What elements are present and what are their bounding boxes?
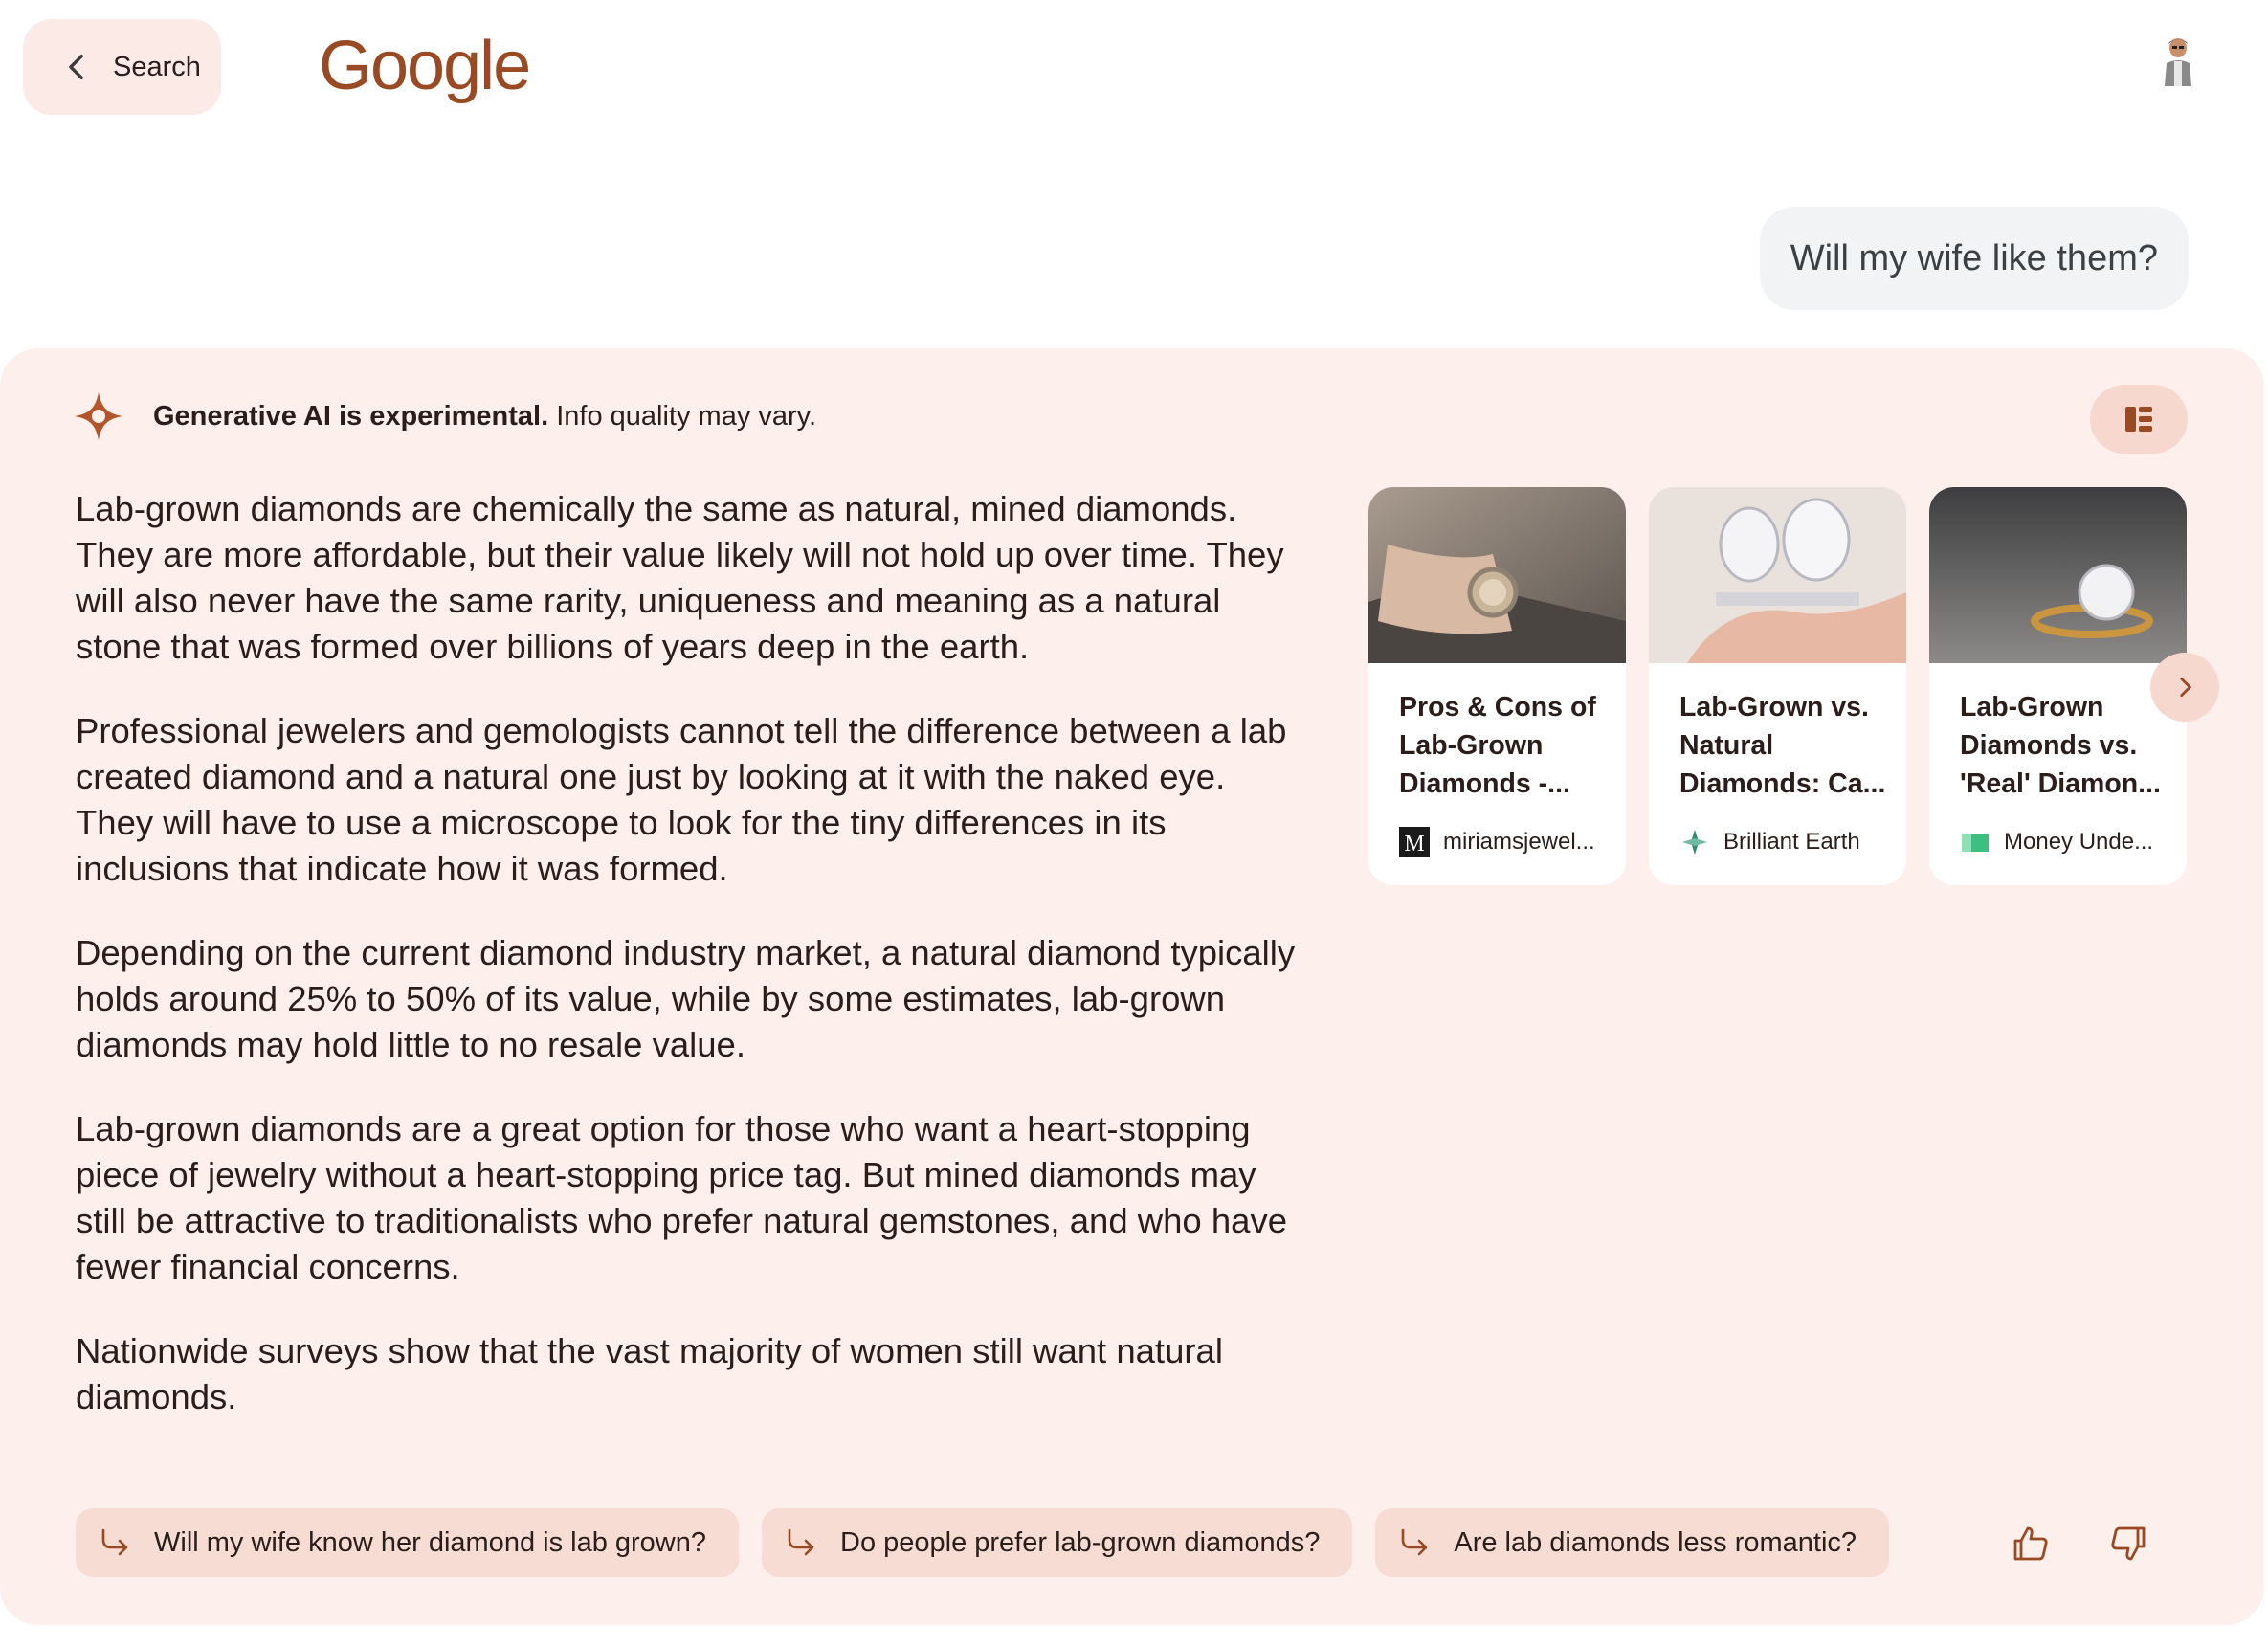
source-card-title: Lab-Grown Diamonds vs. 'Real' Diamon... [1960, 692, 2161, 799]
source-card-title: Pros & Cons of Lab-Grown Diamonds -... [1399, 692, 1596, 799]
disclaimer-bold: Generative AI is experimental. [153, 400, 549, 432]
source-card[interactable]: Lab-Grown Diamonds vs. 'Real' Diamon... … [1929, 487, 2187, 885]
follow-up-arrow-icon [788, 1528, 814, 1556]
miriams-logo-icon: M [1399, 827, 1430, 857]
google-logo[interactable]: Google [319, 27, 531, 105]
disclaimer-text: Info quality may vary. [548, 400, 817, 432]
source-thumbnail [1929, 487, 2187, 663]
follow-up-chip[interactable]: Are lab diamonds less romantic? [1375, 1508, 1890, 1577]
thumbs-down-icon [2111, 1526, 2146, 1560]
svg-text:M: M [1404, 832, 1424, 856]
follow-up-chips: Will my wife know her diamond is lab gro… [76, 1508, 1890, 1577]
avatar[interactable] [2155, 34, 2201, 88]
source-card-title: Lab-Grown vs. Natural Diamonds: Ca... [1679, 692, 1886, 799]
thumbs-up-button[interactable] [2010, 1524, 2052, 1566]
back-to-search-button[interactable]: Search [23, 19, 221, 115]
source-card-site: Money Unde... [2004, 829, 2154, 855]
brilliant-earth-logo-icon [1682, 830, 1707, 855]
follow-up-arrow-icon [101, 1528, 128, 1556]
ai-overview-panel: Generative AI is experimental. Info qual… [0, 348, 2264, 1625]
follow-up-chip-label: Do people prefer lab-grown diamonds? [840, 1526, 1321, 1558]
ai-answer: Lab-grown diamonds are chemically the sa… [76, 486, 1301, 1458]
source-card-site: Brilliant Earth [1723, 829, 1860, 855]
follow-up-chip-label: Will my wife know her diamond is lab gro… [154, 1526, 706, 1558]
source-card-site: miriamsjewel... [1443, 829, 1595, 855]
money-under-logo-icon [1962, 834, 1989, 852]
source-cards: Pros & Cons of Lab-Grown Diamonds -... M… [1368, 487, 2187, 885]
layout-toggle-button[interactable] [2090, 385, 2188, 454]
layout-toggle-icon [2125, 407, 2152, 432]
chevron-left-icon [69, 54, 83, 80]
ai-disclaimer: Generative AI is experimental. Info qual… [73, 390, 816, 442]
user-query-bubble: Will my wife like them? [1759, 207, 2189, 310]
answer-paragraph: Depending on the current diamond industr… [76, 933, 1296, 1064]
back-button-label: Search [113, 51, 201, 82]
follow-up-chip[interactable]: Will my wife know her diamond is lab gro… [76, 1508, 739, 1577]
answer-paragraph: Nationwide surveys show that the vast ma… [76, 1331, 1223, 1416]
source-card[interactable]: Pros & Cons of Lab-Grown Diamonds -... M… [1368, 487, 1626, 885]
source-thumbnail [1649, 487, 1906, 663]
answer-paragraph: Professional jewelers and gemologists ca… [76, 711, 1287, 888]
chevron-right-icon [2180, 677, 2191, 698]
sparkle-icon [75, 392, 122, 440]
thumbs-up-icon [2013, 1526, 2048, 1560]
follow-up-arrow-icon [1402, 1528, 1428, 1556]
thumbs-down-button[interactable] [2107, 1524, 2149, 1566]
source-card[interactable]: Lab-Grown vs. Natural Diamonds: Ca... Br… [1649, 487, 1906, 885]
source-thumbnail [1368, 487, 1626, 663]
feedback-buttons [2010, 1524, 2149, 1566]
follow-up-chip-label: Are lab diamonds less romantic? [1454, 1526, 1857, 1558]
answer-paragraph: Lab-grown diamonds are a great option fo… [76, 1109, 1288, 1286]
follow-up-chip[interactable]: Do people prefer lab-grown diamonds? [762, 1508, 1353, 1577]
next-sources-button[interactable] [2150, 653, 2219, 722]
answer-paragraph: Lab-grown diamonds are chemically the sa… [76, 489, 1284, 666]
